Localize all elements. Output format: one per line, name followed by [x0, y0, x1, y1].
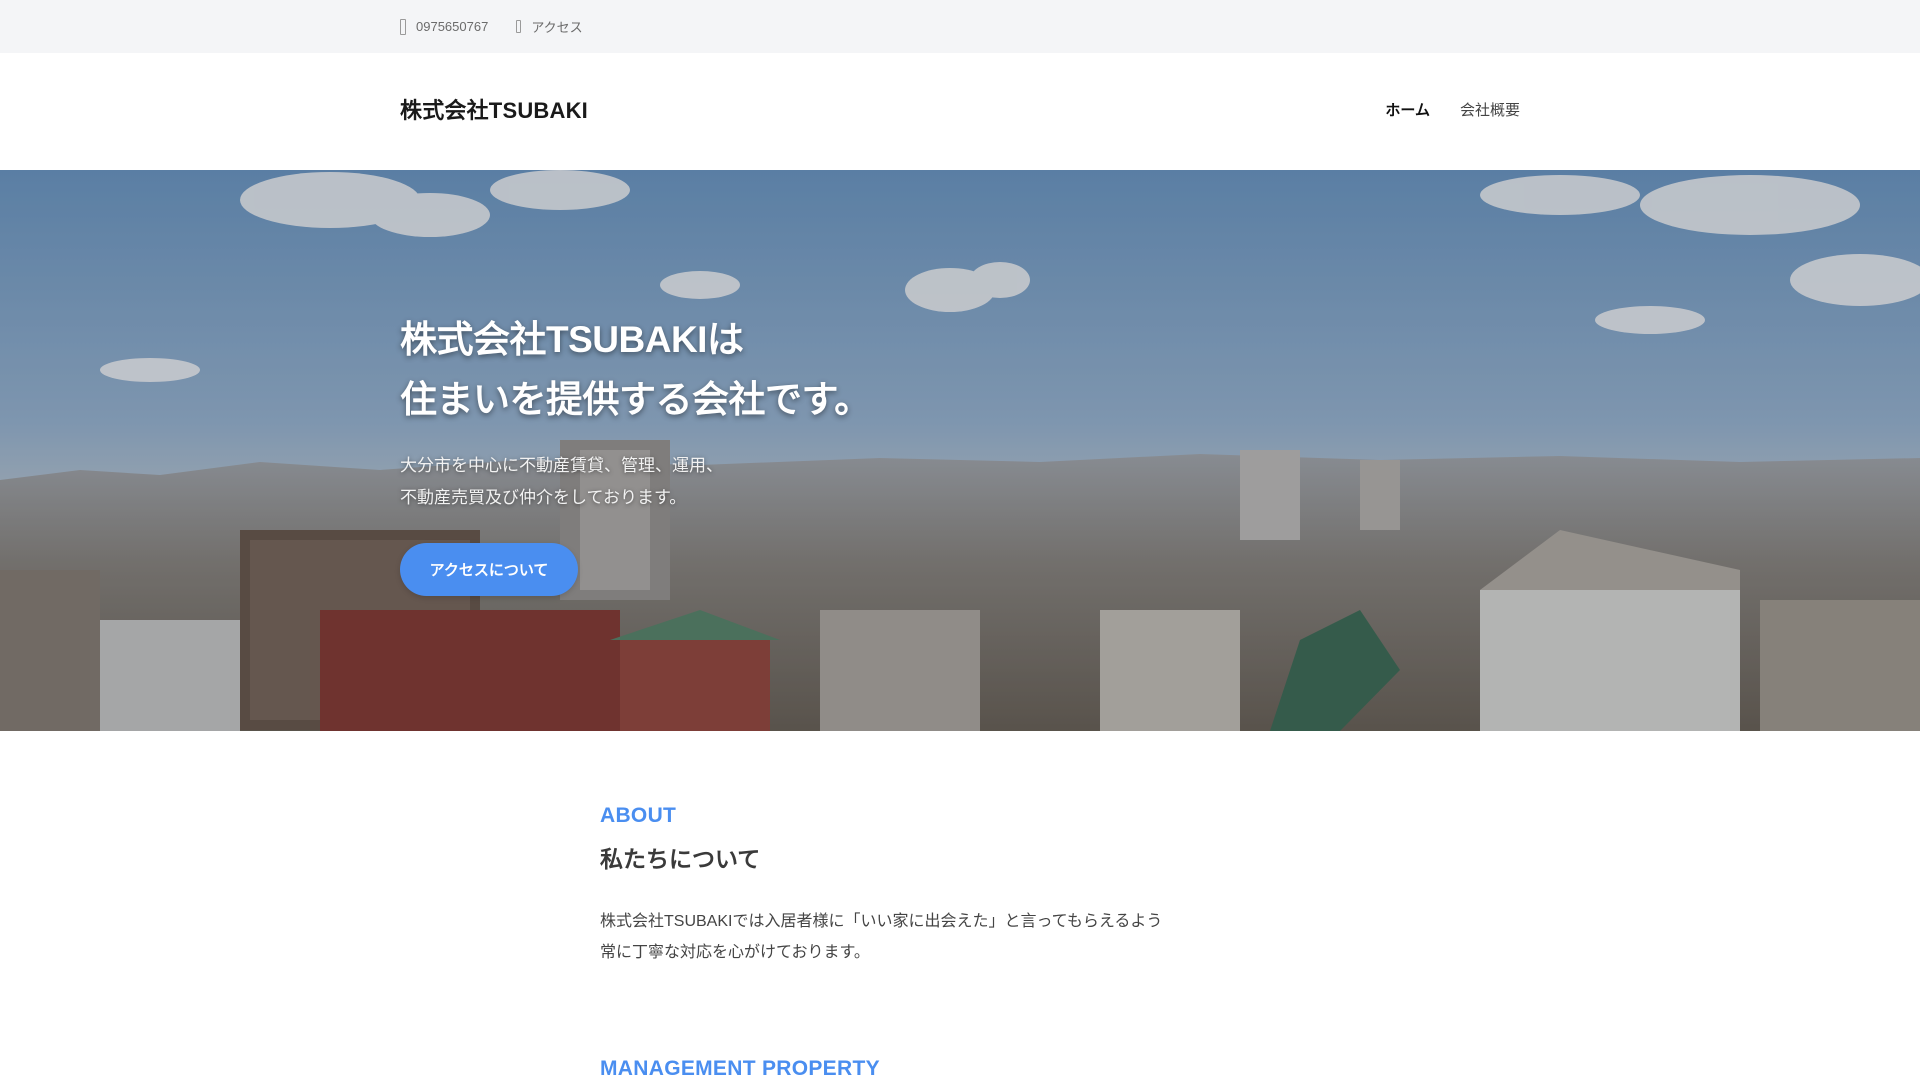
hero-section: 株式会社TSUBAKIは 住まいを提供する会社です。 大分市を中心に不動産賃貸、…	[0, 170, 1920, 731]
nav-item-company[interactable]: 会社概要	[1460, 99, 1520, 120]
hero-overlay	[0, 170, 1920, 731]
about-body-line1: 株式会社TSUBAKIでは入居者様に「いい家に出会えた」と言ってもらえるよう	[600, 913, 1163, 930]
nav-item-home[interactable]: ホーム	[1385, 99, 1430, 120]
hero-title: 株式会社TSUBAKIは 住まいを提供する会社です。	[400, 310, 871, 430]
hero-title-line2: 住まいを提供する会社です。	[400, 379, 871, 420]
about-body-line2: 常に丁寧な対応を心がけております。	[600, 944, 870, 961]
hero-title-line1: 株式会社TSUBAKIは	[400, 319, 744, 360]
access-button[interactable]: アクセスについて	[400, 543, 578, 596]
phone-link[interactable]: 0975650767	[400, 18, 489, 35]
hero-subtitle-line2: 不動産売買及び仲介をしております。	[400, 488, 687, 507]
phone-icon	[400, 18, 406, 35]
map-pin-icon	[516, 20, 522, 33]
topbar-inner: 0975650767 アクセス	[400, 0, 611, 53]
phone-number: 0975650767	[416, 19, 489, 34]
access-label: アクセス	[531, 20, 583, 35]
site-header: 株式会社TSUBAKI ホーム 会社概要	[0, 53, 1920, 170]
hero-subtitle-line1: 大分市を中心に不動産賃貸、管理、運用、	[400, 456, 723, 475]
main-nav: ホーム 会社概要	[1355, 99, 1520, 120]
about-label: ABOUT	[600, 804, 677, 827]
management-label: MANAGEMENT PROPERTY	[600, 1057, 880, 1080]
top-utility-bar: 0975650767 アクセス	[0, 0, 1920, 53]
about-body: 株式会社TSUBAKIでは入居者様に「いい家に出会えた」と言ってもらえるよう 常…	[600, 906, 1162, 968]
site-logo[interactable]: 株式会社TSUBAKI	[400, 93, 588, 125]
hero-subtitle: 大分市を中心に不動産賃貸、管理、運用、 不動産売買及び仲介をしております。	[400, 450, 723, 514]
about-title: 私たちについて	[600, 846, 761, 872]
access-link[interactable]: アクセス	[516, 17, 583, 36]
